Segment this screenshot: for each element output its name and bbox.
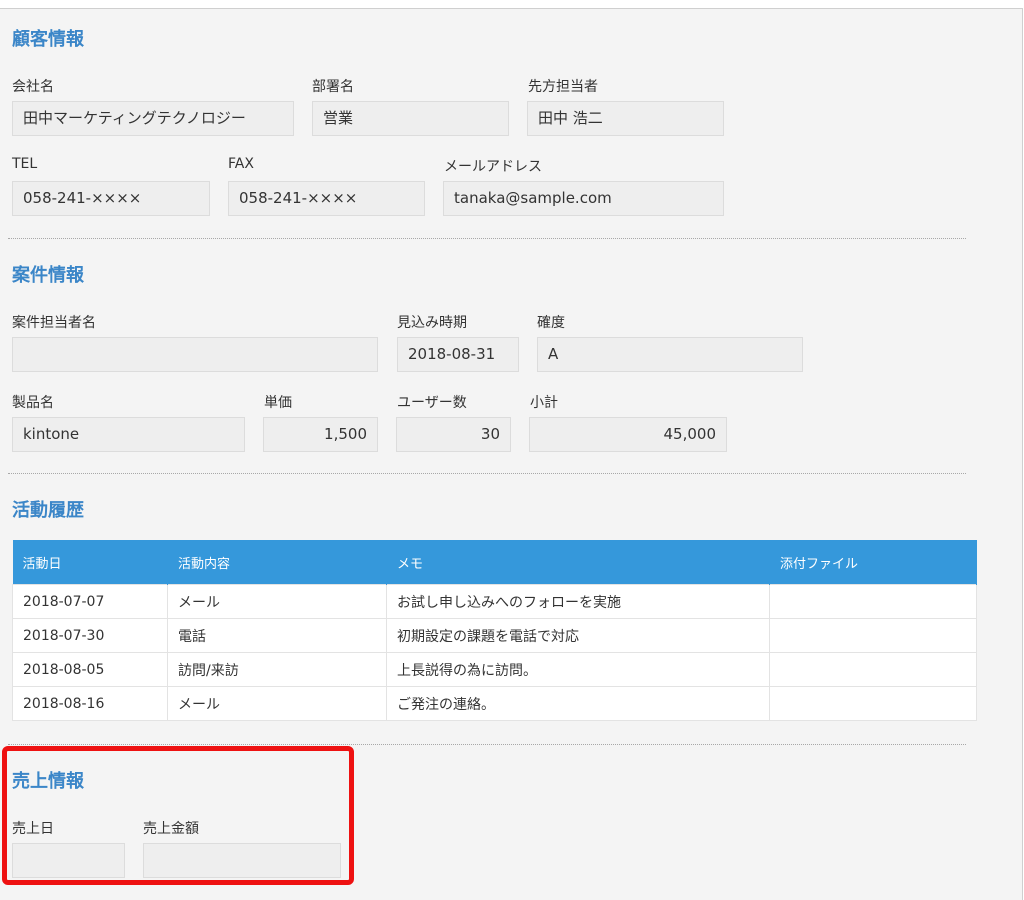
- activity-date-cell[interactable]: 2018-08-16: [12, 686, 168, 721]
- column-header-activity-date: 活動日: [12, 540, 168, 585]
- activity-content-cell[interactable]: メール: [167, 686, 387, 721]
- product-field[interactable]: kintone: [12, 417, 245, 452]
- table-row: 2018-07-30 電話 初期設定の課題を電話で対応: [12, 618, 977, 653]
- section-divider: [8, 238, 966, 239]
- subtotal-label: 小計: [530, 395, 558, 411]
- memo-cell[interactable]: ご発注の連絡。: [386, 686, 770, 721]
- user-count-label: ユーザー数: [397, 395, 467, 411]
- company-label: 会社名: [12, 79, 54, 95]
- user-count-field[interactable]: 30: [396, 417, 511, 452]
- deal-section-title: 案件情報: [12, 265, 84, 286]
- highlight-box: [2, 746, 354, 885]
- subtotal-field[interactable]: 45,000: [529, 417, 727, 452]
- department-label: 部署名: [312, 79, 354, 95]
- table-row: 2018-07-07 メール お試し申し込みへのフォローを実施: [12, 584, 977, 619]
- email-label: メールアドレス: [444, 159, 542, 175]
- product-label: 製品名: [12, 395, 54, 411]
- activity-section-title: 活動履歴: [12, 500, 84, 521]
- email-field[interactable]: tanaka@sample.com: [443, 181, 724, 216]
- deal-owner-label: 案件担当者名: [12, 315, 96, 331]
- activity-content-cell[interactable]: 電話: [167, 618, 387, 653]
- customer-section-title: 顧客情報: [12, 29, 84, 50]
- expected-date-label: 見込み時期: [397, 315, 467, 331]
- certainty-field[interactable]: A: [537, 337, 803, 372]
- memo-cell[interactable]: お試し申し込みへのフォローを実施: [386, 584, 770, 619]
- attachment-cell[interactable]: [769, 584, 977, 619]
- activity-date-cell[interactable]: 2018-07-30: [12, 618, 168, 653]
- activity-date-cell[interactable]: 2018-07-07: [12, 584, 168, 619]
- column-header-attachment: 添付ファイル: [769, 540, 977, 585]
- table-row: 2018-08-16 メール ご発注の連絡。: [12, 686, 977, 721]
- memo-cell[interactable]: 初期設定の課題を電話で対応: [386, 618, 770, 653]
- unit-price-label: 単価: [264, 395, 292, 411]
- attachment-cell[interactable]: [769, 618, 977, 653]
- attachment-cell[interactable]: [769, 652, 977, 687]
- memo-cell[interactable]: 上長説得の為に訪問。: [386, 652, 770, 687]
- table-row: 2018-08-05 訪問/来訪 上長説得の為に訪問。: [12, 652, 977, 687]
- tel-field[interactable]: 058-241-××××: [12, 181, 210, 216]
- department-field[interactable]: 営業: [312, 101, 509, 136]
- section-divider: [8, 473, 966, 474]
- fax-field[interactable]: 058-241-××××: [228, 181, 425, 216]
- contact-person-field[interactable]: 田中 浩二: [527, 101, 724, 136]
- activity-table: 活動日 活動内容 メモ 添付ファイル 2018-07-07 メール お試し申し込…: [12, 540, 977, 721]
- company-field[interactable]: 田中マーケティングテクノロジー: [12, 101, 294, 136]
- expected-date-field[interactable]: 2018-08-31: [397, 337, 519, 372]
- activity-content-cell[interactable]: メール: [167, 584, 387, 619]
- column-header-memo: メモ: [386, 540, 770, 585]
- tel-label: TEL: [12, 156, 38, 172]
- contact-person-label: 先方担当者: [528, 79, 598, 95]
- unit-price-field[interactable]: 1,500: [263, 417, 378, 452]
- deal-owner-field[interactable]: [12, 337, 378, 372]
- column-header-activity-content: 活動内容: [167, 540, 387, 585]
- activity-content-cell[interactable]: 訪問/来訪: [167, 652, 387, 687]
- fax-label: FAX: [228, 156, 254, 172]
- table-header-row: 活動日 活動内容 メモ 添付ファイル: [12, 540, 977, 585]
- attachment-cell[interactable]: [769, 686, 977, 721]
- certainty-label: 確度: [537, 315, 565, 331]
- section-divider: [8, 744, 966, 745]
- activity-date-cell[interactable]: 2018-08-05: [12, 652, 168, 687]
